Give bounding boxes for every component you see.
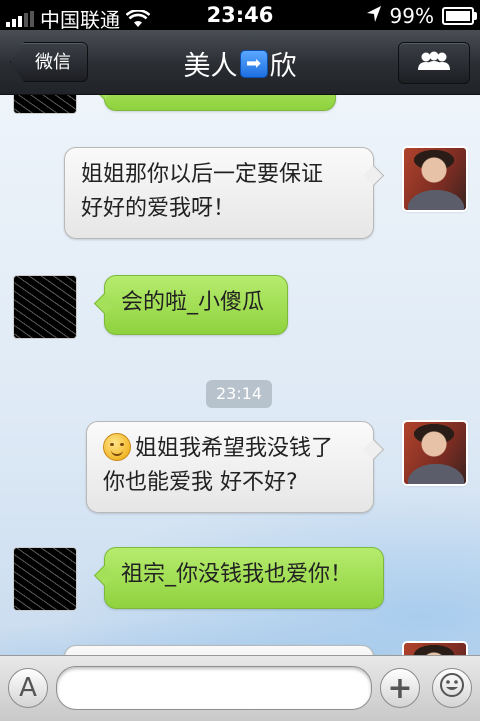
plus-icon: +	[387, 670, 413, 706]
chat-title: 美人 ➡ 欣	[100, 44, 380, 83]
message-bubble-partial[interactable]	[93, 95, 336, 111]
message-text: 姐姐我希望我没钱了	[135, 436, 334, 461]
chat-title-right: 欣	[269, 51, 297, 82]
keyboard-toggle-button[interactable]: A	[8, 668, 48, 708]
back-button[interactable]: 微信	[10, 42, 88, 82]
message-text: 你也能爱我 好不好?	[103, 470, 298, 495]
avatar-contact[interactable]	[14, 276, 76, 338]
group-members-button[interactable]	[398, 42, 470, 84]
message-text: 会的啦_小傻瓜	[121, 290, 265, 315]
status-bar: 中国联通 23:46 99%	[0, 0, 480, 32]
smile-emoji-icon	[103, 433, 131, 461]
input-bar: A +	[0, 655, 480, 721]
message-text: 姐姐那你以后一定要保证	[81, 162, 324, 187]
message-bubble-left[interactable]: 祖宗_你没钱我也爱你！	[93, 547, 384, 609]
message-input[interactable]	[56, 666, 372, 710]
timestamp-divider: 23:14	[206, 380, 272, 408]
smiley-icon	[439, 672, 465, 705]
status-right: 99%	[366, 4, 477, 28]
avatar-self[interactable]	[404, 148, 466, 210]
battery-fill	[446, 11, 470, 21]
location-arrow-icon	[366, 4, 382, 28]
message-bubble-left[interactable]: 会的啦_小傻瓜	[93, 275, 288, 335]
battery-percent: 99%	[389, 4, 434, 28]
group-icon	[416, 51, 452, 75]
message-bubble-right[interactable]: 姐姐我希望我没钱了 你也能爱我 好不好?	[86, 421, 385, 513]
message-text: 好好的爱我呀！	[81, 196, 236, 221]
message-line: 姐姐我希望我没钱了	[103, 432, 357, 466]
message-bubble-right[interactable]: 姐姐那你以后一定要保证 好好的爱我呀！	[64, 147, 385, 239]
chat-title-left: 美人	[183, 51, 238, 82]
add-attachment-button[interactable]: +	[380, 668, 420, 708]
message-text: 祖宗_你没钱我也爱你！	[121, 562, 353, 587]
arrow-right-icon: ➡	[239, 49, 268, 78]
battery-icon	[442, 7, 477, 25]
message-bubble-partial[interactable]	[64, 645, 374, 655]
avatar-self[interactable]	[404, 422, 466, 484]
chat-area[interactable]: 姐姐那你以后一定要保证 好好的爱我呀！ 会的啦_小傻瓜 23:14 姐姐我希望我…	[0, 95, 480, 655]
avatar-contact[interactable]	[14, 548, 76, 610]
avatar-self[interactable]	[404, 643, 466, 655]
nav-bar: 微信 美人 ➡ 欣	[0, 30, 480, 95]
avatar-contact[interactable]	[14, 95, 76, 113]
emoji-button[interactable]	[432, 668, 472, 708]
a-keyboard-icon: A	[19, 673, 37, 703]
